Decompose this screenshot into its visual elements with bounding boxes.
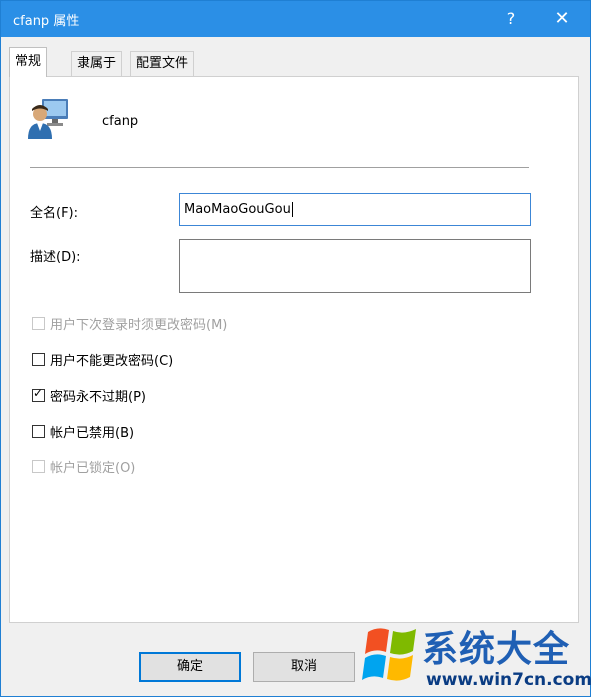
fullname-label: 全名(F): bbox=[30, 206, 79, 221]
tab-profile[interactable]: 配置文件 bbox=[130, 51, 195, 76]
checkbox[interactable] bbox=[32, 459, 45, 473]
option-must-change-password[interactable]: 用户下次登录时须更改密码(M) bbox=[32, 314, 228, 333]
cancel-button[interactable]: 取消 bbox=[253, 652, 355, 682]
option-label: 密码永不过期(P) bbox=[50, 389, 146, 405]
separator bbox=[30, 167, 529, 168]
tab-strip: 常规 隶属于 配置文件 bbox=[9, 45, 569, 77]
ok-button[interactable]: 确定 bbox=[139, 652, 241, 682]
option-label: 帐户已禁用(B) bbox=[50, 425, 135, 441]
watermark-url: www.win7cn.com bbox=[426, 670, 591, 690]
tab-general[interactable]: 常规 bbox=[9, 47, 48, 77]
option-label: 用户下次登录时须更改密码(M) bbox=[50, 317, 228, 333]
option-label: 用户不能更改密码(C) bbox=[50, 353, 174, 369]
option-password-never-expires[interactable]: ✓ 密码永不过期(P) bbox=[32, 385, 146, 405]
text-cursor: ​ bbox=[291, 202, 293, 217]
checkbox[interactable] bbox=[32, 424, 45, 438]
general-panel: cfanp 全名(F): MaoMaoGouGou​ 描述(D): 用户下次登录… bbox=[9, 76, 579, 623]
option-label: 帐户已锁定(O) bbox=[50, 460, 136, 476]
checkbox[interactable]: ✓ bbox=[32, 385, 45, 402]
windows-logo-icon bbox=[362, 628, 416, 681]
properties-dialog: cfanp 属性 ? ✕ 常规 隶属于 配置文件 cfanp 全名(F): Ma… bbox=[0, 0, 591, 697]
description-label: 描述(D): bbox=[30, 250, 81, 265]
window-title: cfanp 属性 bbox=[13, 14, 80, 29]
watermark-title: 系统大全 bbox=[422, 629, 571, 670]
checkbox[interactable] bbox=[32, 352, 45, 366]
username-label: cfanp bbox=[102, 114, 139, 129]
user-monitor-icon bbox=[28, 99, 68, 139]
description-input[interactable] bbox=[179, 239, 531, 293]
checkbox[interactable] bbox=[32, 316, 45, 330]
fullname-value: MaoMaoGouGou bbox=[184, 202, 291, 217]
title-bar[interactable]: cfanp 属性 ? ✕ bbox=[1, 1, 590, 37]
close-button[interactable]: ✕ bbox=[549, 7, 575, 31]
help-button[interactable]: ? bbox=[499, 7, 523, 31]
tab-member-of[interactable]: 隶属于 bbox=[71, 51, 123, 76]
option-account-locked[interactable]: 帐户已锁定(O) bbox=[32, 457, 136, 476]
option-account-disabled[interactable]: 帐户已禁用(B) bbox=[32, 422, 135, 441]
watermark: 系统大全 www.win7cn.com bbox=[362, 620, 591, 697]
fullname-input[interactable]: MaoMaoGouGou​ bbox=[179, 193, 531, 226]
checkmark-icon: ✓ bbox=[33, 385, 44, 400]
option-cannot-change-password[interactable]: 用户不能更改密码(C) bbox=[32, 350, 174, 369]
